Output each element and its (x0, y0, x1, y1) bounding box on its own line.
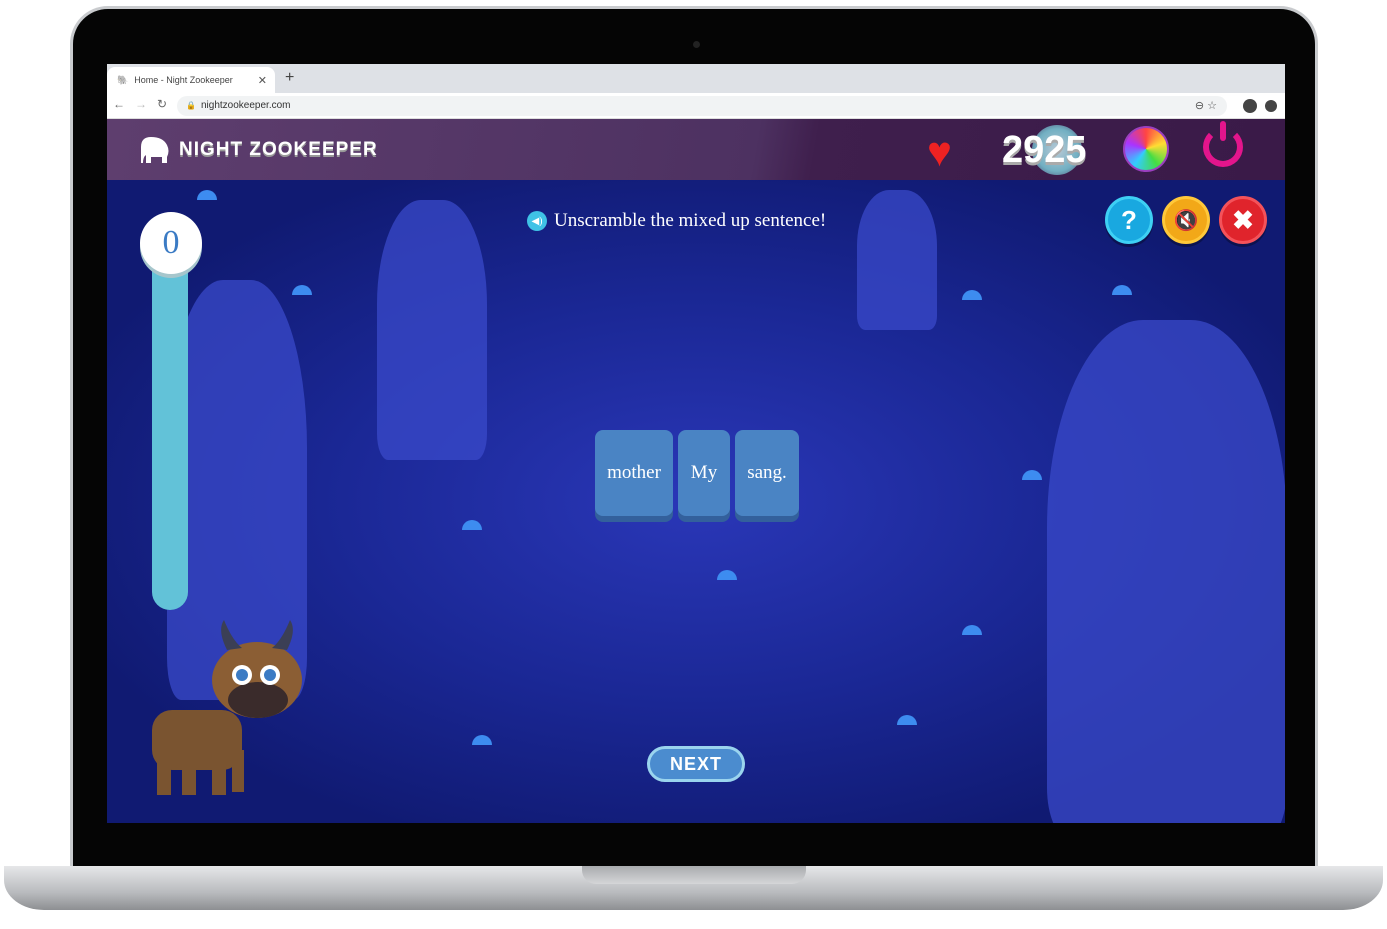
instruction: ◀) Unscramble the mixed up sentence! (527, 210, 826, 232)
webcam (693, 41, 700, 48)
progress-counter: 0 (140, 212, 202, 274)
glow-mushroom (1022, 470, 1042, 480)
url-input[interactable]: 🔒 nightzookeeper.com ⊖ ☆ (177, 96, 1227, 116)
mute-button[interactable]: 🔇 (1162, 196, 1210, 244)
new-tab-button[interactable]: + (285, 69, 294, 87)
glow-mushroom (962, 290, 982, 300)
speaker-icon[interactable]: ◀) (527, 211, 547, 231)
address-bar-row: ← → ↻ 🔒 nightzookeeper.com ⊖ ☆ (107, 93, 1285, 119)
extension-icon[interactable] (1265, 100, 1277, 112)
progress-meter (152, 240, 188, 610)
lock-icon: 🔒 (186, 101, 196, 110)
reload-icon[interactable]: ↻ (157, 97, 167, 111)
rock (1047, 320, 1285, 823)
elephant-logo-icon (141, 137, 169, 163)
browser-tab[interactable]: 🐘 Home - Night Zookeeper ✕ (107, 67, 275, 93)
word-tile[interactable]: sang. (735, 430, 799, 516)
rock (857, 190, 937, 330)
power-icon[interactable] (1203, 121, 1243, 167)
word-tile[interactable]: My (678, 430, 730, 516)
tab-title: Home - Night Zookeeper (134, 75, 233, 85)
tab-bar: 🐘 Home - Night Zookeeper ✕ + (107, 64, 1285, 93)
avatar[interactable] (1123, 126, 1169, 172)
logo-text: NIGHT ZOOKEEPER (179, 139, 378, 160)
glow-mushroom (897, 715, 917, 725)
url-text: nightzookeeper.com (201, 100, 291, 111)
close-tab-icon[interactable]: ✕ (258, 74, 267, 87)
rock (377, 200, 487, 460)
glow-mushroom (292, 285, 312, 295)
word-tile[interactable]: mother (595, 430, 673, 516)
app-header: NIGHT ZOOKEEPER ♥ 2925 (107, 119, 1285, 180)
elephant-favicon-icon: 🐘 (117, 74, 129, 85)
forward-icon[interactable]: → (135, 97, 147, 111)
game-area: 0 ◀) Unscramble the mixed up sentence! ?… (107, 180, 1285, 823)
glow-mushroom (962, 625, 982, 635)
close-button[interactable]: ✖ (1219, 196, 1267, 244)
help-button[interactable]: ? (1105, 196, 1153, 244)
next-button[interactable]: NEXT (647, 746, 745, 782)
zoom-star-icons[interactable]: ⊖ ☆ (1195, 96, 1217, 116)
back-icon[interactable]: ← (113, 97, 125, 111)
glow-mushroom (717, 570, 737, 580)
heart-icon[interactable]: ♥ (927, 131, 952, 173)
glow-mushroom (472, 735, 492, 745)
screen: 🐘 Home - Night Zookeeper ✕ + ← → ↻ 🔒 nig… (107, 64, 1285, 823)
instruction-text: Unscramble the mixed up sentence! (554, 210, 827, 231)
laptop-notch (582, 866, 806, 884)
score: 2925 (1002, 129, 1087, 171)
glow-mushroom (462, 520, 482, 530)
profile-icon[interactable] (1243, 99, 1257, 113)
word-tiles: mother My sang. (595, 430, 799, 516)
glow-mushroom (1112, 285, 1132, 295)
logo[interactable]: NIGHT ZOOKEEPER (137, 135, 378, 165)
yak-character (152, 620, 302, 795)
glow-mushroom (197, 190, 217, 200)
